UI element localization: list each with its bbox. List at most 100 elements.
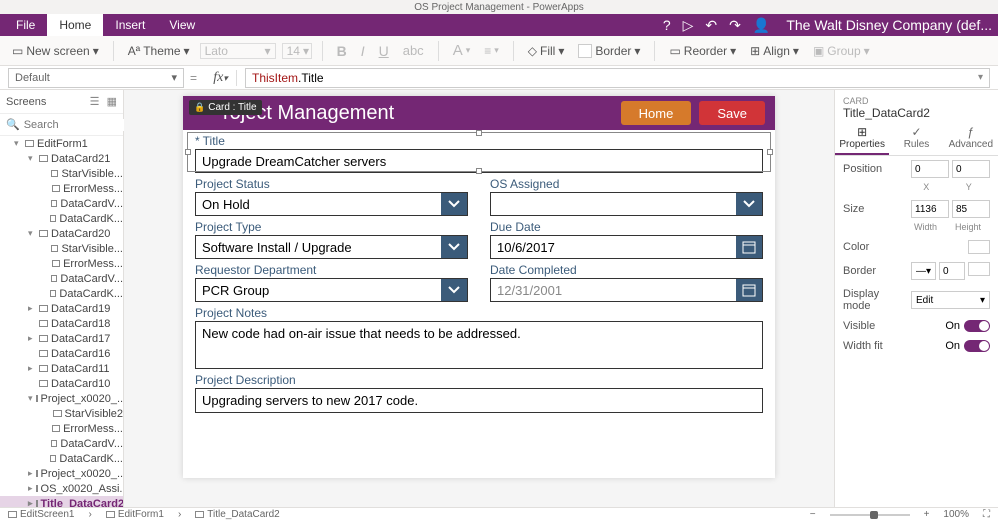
align-icon: ⊞	[750, 44, 760, 58]
tree-item[interactable]: ▸Project_x0020_...	[0, 466, 123, 481]
visible-toggle[interactable]	[964, 320, 990, 332]
display-mode-select[interactable]: Edit▾	[911, 291, 990, 309]
border-color-swatch[interactable]	[968, 262, 990, 276]
tree-item[interactable]: DataCard18	[0, 316, 123, 331]
tree-item[interactable]: StarVisible2	[0, 406, 123, 421]
border-button[interactable]: Border ▾	[574, 44, 644, 58]
completed-date-input[interactable]: 12/31/2001	[490, 278, 763, 302]
group-button[interactable]: ▣ Group ▾	[809, 44, 874, 58]
tree-item[interactable]: DataCardV...	[0, 196, 123, 211]
desc-textarea[interactable]: Upgrading servers to new 2017 code.	[195, 388, 763, 413]
dept-dropdown[interactable]: PCR Group	[195, 278, 468, 302]
strike-button[interactable]: abc	[399, 43, 428, 58]
bold-button[interactable]: B	[333, 43, 351, 59]
align-button[interactable]: ≡▾	[480, 44, 503, 58]
form-icon	[106, 511, 115, 518]
zoom-out-button[interactable]: −	[810, 509, 816, 520]
reorder-button[interactable]: ▭ Reorder ▾	[665, 44, 740, 58]
separator	[654, 41, 655, 61]
breadcrumb-screen[interactable]: EditScreen1	[8, 509, 74, 520]
tree-item[interactable]: DataCardV...	[0, 436, 123, 451]
tab-advanced[interactable]: ƒAdvanced	[944, 122, 998, 155]
type-dropdown[interactable]: Software Install / Upgrade	[195, 235, 468, 259]
tab-view[interactable]: View	[157, 14, 207, 36]
width-input[interactable]	[911, 200, 949, 218]
underline-button[interactable]: U	[375, 43, 393, 59]
tree-item[interactable]: ErrorMess...	[0, 181, 123, 196]
canvas-area[interactable]: Card : Title roject Management Home Save…	[124, 90, 834, 507]
height-input[interactable]	[952, 200, 990, 218]
tab-properties[interactable]: ⊞Properties	[835, 122, 889, 155]
chevron-down-icon: ▾	[864, 44, 870, 58]
new-screen-button[interactable]: ▭ New screen ▾	[8, 44, 103, 58]
tree-list[interactable]: ▾EditForm1▾DataCard21StarVisible...Error…	[0, 136, 123, 507]
status-dropdown[interactable]: On Hold	[195, 192, 468, 216]
fill-button[interactable]: ◇ Fill ▾	[524, 44, 569, 58]
tree-item[interactable]: ▸DataCard11	[0, 361, 123, 376]
tree-item[interactable]: ▸DataCard19	[0, 301, 123, 316]
properties-panel: CARD Title_DataCard2 ⊞Properties ✓Rules …	[834, 90, 998, 507]
help-icon[interactable]: ?	[663, 17, 671, 33]
tree-item[interactable]: ▾Project_x0020_...	[0, 391, 123, 406]
zoom-slider[interactable]	[830, 514, 910, 516]
save-button[interactable]: Save	[699, 101, 765, 125]
breadcrumb-card[interactable]: Title_DataCard2	[195, 509, 279, 520]
tree-search[interactable]: 🔍	[0, 114, 123, 136]
tree-item[interactable]: ▸Title_DataCard2	[0, 496, 123, 507]
breadcrumb-form[interactable]: EditForm1	[106, 509, 164, 520]
home-button[interactable]: Home	[621, 101, 692, 125]
align-objects-button[interactable]: ⊞ Align ▾	[746, 44, 803, 58]
play-icon[interactable]: ▷	[683, 17, 694, 34]
tree-item[interactable]: DataCardV...	[0, 271, 123, 286]
rules-icon: ✓	[911, 125, 921, 139]
tree-item[interactable]: DataCardK...	[0, 451, 123, 466]
tree-item[interactable]: ▾EditForm1	[0, 136, 123, 151]
tree-item[interactable]: ▸DataCard17	[0, 331, 123, 346]
tree-item[interactable]: DataCard16	[0, 346, 123, 361]
fit-screen-button[interactable]: ⛶	[983, 509, 990, 520]
zoom-in-button[interactable]: +	[924, 509, 930, 520]
tab-rules[interactable]: ✓Rules	[889, 122, 943, 155]
card-type-label: CARD	[843, 96, 990, 106]
font-color-button[interactable]: A▾	[449, 42, 475, 59]
tree-item[interactable]: DataCardK...	[0, 211, 123, 226]
tree-item[interactable]: StarVisible...	[0, 241, 123, 256]
notes-textarea[interactable]: New code had on-air issue that needs to …	[195, 321, 763, 369]
tree-item[interactable]: ErrorMess...	[0, 421, 123, 436]
undo-icon[interactable]: ↶	[705, 17, 717, 34]
tree-item[interactable]: ▾DataCard21	[0, 151, 123, 166]
color-swatch[interactable]	[968, 240, 990, 254]
border-weight-input[interactable]	[939, 262, 965, 280]
tab-home[interactable]: Home	[47, 14, 103, 36]
assigned-dropdown[interactable]	[490, 192, 763, 216]
title-input[interactable]: Upgrade DreamCatcher servers	[195, 149, 763, 173]
card-name: Title_DataCard2	[843, 106, 990, 120]
formula-input[interactable]: ThisItem.Title ▾	[245, 68, 990, 88]
tab-insert[interactable]: Insert	[103, 14, 157, 36]
theme-button[interactable]: Aª Theme ▾	[124, 44, 194, 58]
card-tag: Card : Title	[189, 100, 262, 115]
chevron-down-icon: ▾	[265, 44, 271, 58]
tree-item[interactable]: StarVisible...	[0, 166, 123, 181]
position-y-input[interactable]	[952, 160, 990, 178]
fx-icon[interactable]: fx▾	[209, 70, 237, 86]
width-fit-toggle[interactable]	[964, 340, 990, 352]
tree-item[interactable]: ErrorMess...	[0, 256, 123, 271]
border-style-select[interactable]: —▾	[911, 262, 936, 280]
property-selector[interactable]: Default ▾	[8, 68, 184, 88]
tree-item[interactable]: ▸OS_x0020_Assi...	[0, 481, 123, 496]
tree-item[interactable]: DataCard10	[0, 376, 123, 391]
position-x-input[interactable]	[911, 160, 949, 178]
expand-formula-icon[interactable]: ▾	[978, 72, 983, 83]
tab-file[interactable]: File	[4, 14, 47, 36]
tree-item[interactable]: DataCardK...	[0, 286, 123, 301]
redo-icon[interactable]: ↷	[729, 17, 741, 34]
thumbnail-view-icon[interactable]: ▦	[107, 96, 117, 108]
font-size-select[interactable]: 14▾	[282, 43, 312, 59]
font-name-select[interactable]: Lato▾	[200, 43, 276, 59]
tree-view-icon[interactable]: ☰	[90, 96, 100, 108]
user-icon[interactable]: 👤	[753, 17, 770, 34]
italic-button[interactable]: I	[357, 43, 369, 59]
due-date-input[interactable]: 10/6/2017	[490, 235, 763, 259]
tree-item[interactable]: ▾DataCard20	[0, 226, 123, 241]
